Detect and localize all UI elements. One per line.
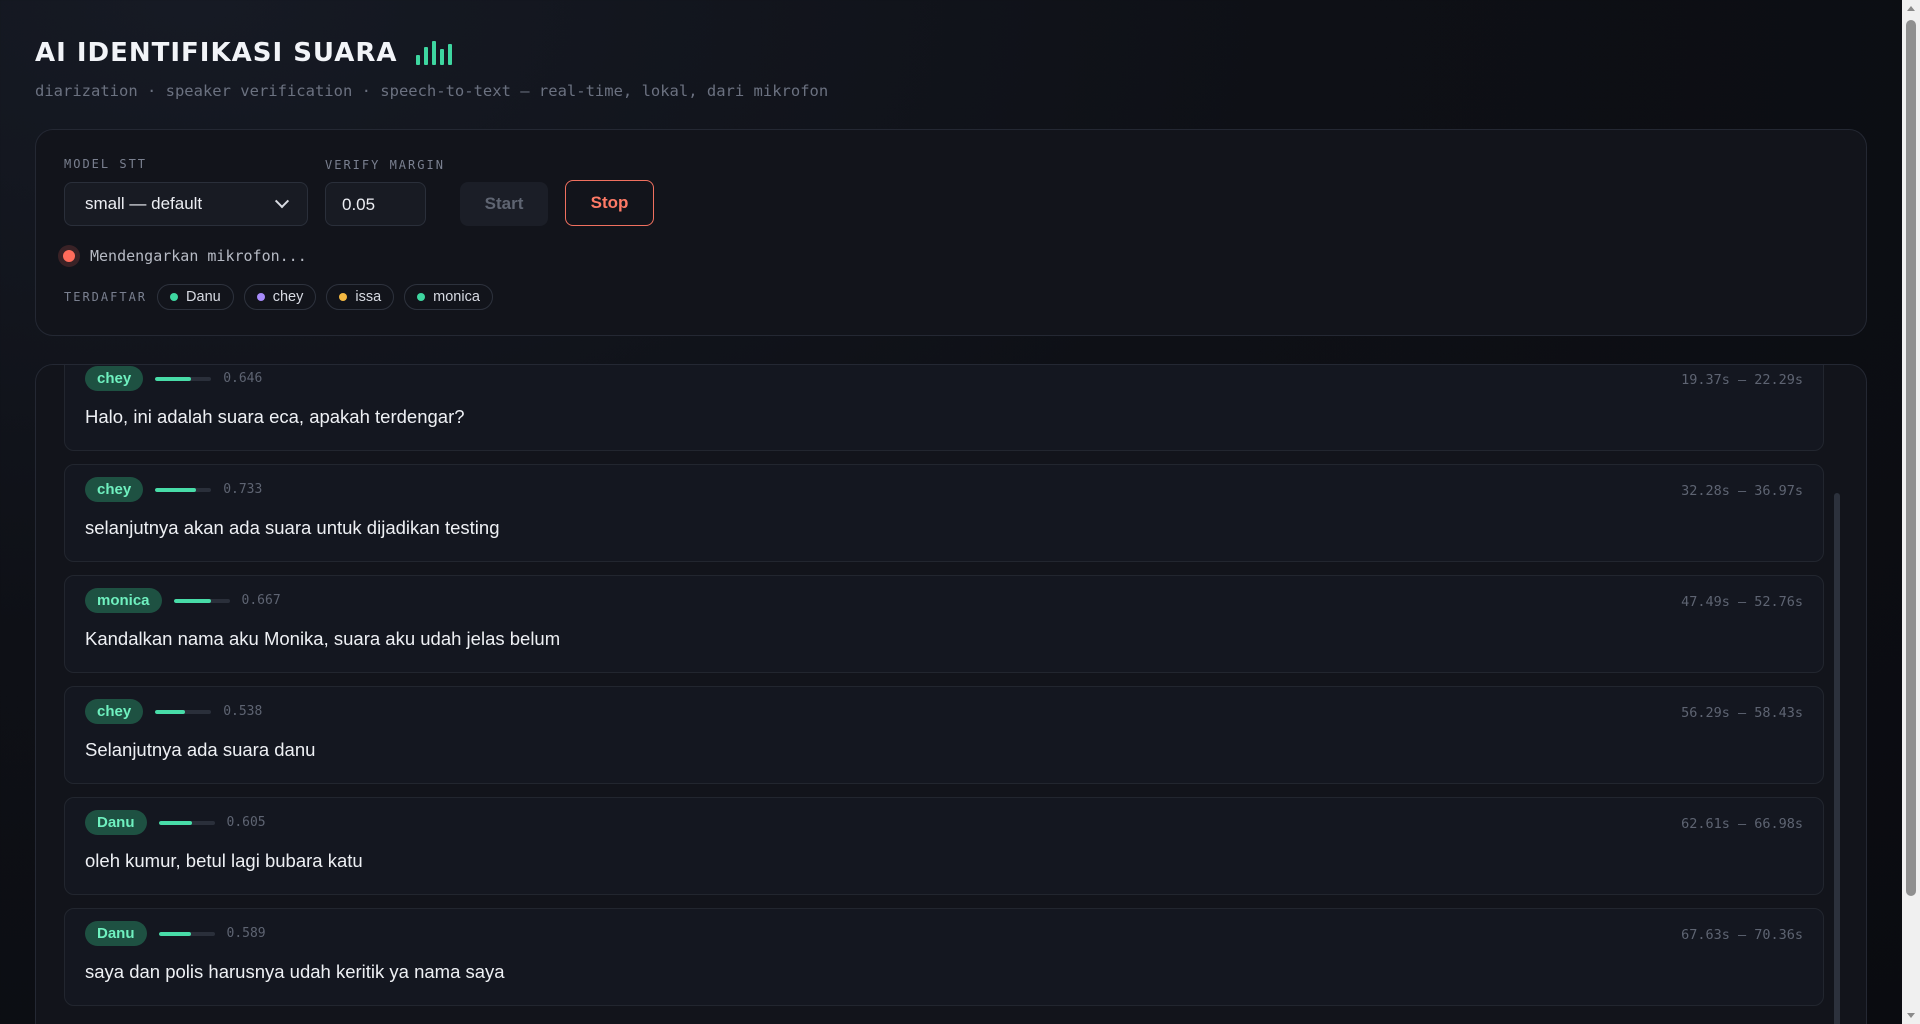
verify-margin-label: VERIFY MARGIN bbox=[325, 158, 445, 172]
timestamp: 62.61s – 66.98s bbox=[1681, 816, 1803, 832]
stop-button[interactable]: Stop bbox=[565, 180, 654, 226]
score-fill bbox=[155, 487, 197, 492]
registered-label: TERDAFTAR bbox=[64, 290, 148, 304]
entry-header: chey 0.538 bbox=[85, 699, 262, 724]
title-row: AI IDENTIFIKASI SUARA bbox=[35, 38, 452, 68]
scroll-down-icon[interactable] bbox=[1907, 1013, 1915, 1018]
speaker-badge: Danu bbox=[85, 810, 147, 835]
entry-header: monica 0.667 bbox=[85, 588, 281, 613]
entry-header: Danu 0.589 bbox=[85, 921, 266, 946]
score-value: 0.538 bbox=[223, 704, 263, 719]
chip-label: chey bbox=[272, 289, 304, 305]
entry-header: Danu 0.605 bbox=[85, 810, 266, 835]
speaker-badge: Danu bbox=[85, 921, 147, 946]
speaker-chip-danu[interactable]: Danu bbox=[157, 284, 234, 310]
speaker-badge: chey bbox=[85, 366, 144, 391]
registered-speakers: TERDAFTAR Danu chey issa monica bbox=[64, 284, 493, 310]
transcript-entry: Danu 0.605 62.61s – 66.98s oleh kumur, b… bbox=[64, 797, 1824, 895]
score-fill bbox=[173, 598, 211, 603]
status-dot-icon bbox=[417, 293, 426, 301]
speaker-chip-issa[interactable]: issa bbox=[326, 284, 395, 310]
timestamp: 32.28s – 36.97s bbox=[1681, 483, 1803, 499]
chip-label: issa bbox=[355, 289, 382, 305]
model-stt-value: small — default bbox=[85, 194, 203, 213]
score-value: 0.646 bbox=[223, 371, 263, 386]
score-bar bbox=[155, 709, 212, 714]
score-value: 0.667 bbox=[241, 593, 281, 608]
status-dot-icon bbox=[339, 293, 348, 301]
status-text: Mendengarkan mikrofon... bbox=[90, 247, 307, 265]
audio-bars-icon bbox=[415, 41, 452, 65]
score-value: 0.589 bbox=[226, 926, 266, 941]
transcript-panel: chey 0.646 19.37s – 22.29s Halo, ini ada… bbox=[35, 364, 1867, 1024]
transcript-text: Kandalkan nama aku Monika, suara aku uda… bbox=[85, 628, 561, 649]
verify-margin-input[interactable]: 0.05 bbox=[325, 182, 426, 226]
timestamp: 56.29s – 58.43s bbox=[1681, 705, 1803, 721]
recording-dot-icon bbox=[58, 245, 80, 267]
score-bar bbox=[155, 376, 212, 381]
score-fill bbox=[155, 376, 192, 381]
transcript-text: Halo, ini adalah suara eca, apakah terde… bbox=[85, 406, 465, 427]
status-dot-icon bbox=[256, 293, 265, 301]
timestamp: 67.63s – 70.36s bbox=[1681, 927, 1803, 943]
timestamp: 47.49s – 52.76s bbox=[1681, 594, 1803, 610]
start-button[interactable]: Start bbox=[460, 182, 548, 226]
page-title: AI IDENTIFIKASI SUARA bbox=[35, 38, 398, 68]
transcript-text: oleh kumur, betul lagi bubara katu bbox=[85, 850, 363, 871]
transcript-entry: chey 0.733 32.28s – 36.97s selanjutnya a… bbox=[64, 464, 1824, 562]
scrollbar-thumb[interactable] bbox=[1906, 20, 1916, 896]
chip-label: monica bbox=[433, 289, 480, 305]
entry-header: chey 0.733 bbox=[85, 477, 262, 502]
scroll-up-icon[interactable] bbox=[1907, 6, 1915, 11]
score-fill bbox=[155, 709, 186, 714]
entry-header: chey 0.646 bbox=[85, 366, 262, 391]
score-fill bbox=[158, 820, 193, 825]
transcript-text: saya dan polis harusnya udah keritik ya … bbox=[85, 961, 505, 982]
score-bar bbox=[155, 487, 212, 492]
score-bar bbox=[158, 820, 215, 825]
score-bar bbox=[173, 598, 230, 603]
transcript-entry: Danu 0.589 67.63s – 70.36s saya dan poli… bbox=[64, 908, 1824, 1006]
speaker-badge: monica bbox=[85, 588, 162, 613]
timestamp: 19.37s – 22.29s bbox=[1681, 372, 1803, 388]
page-subtitle: diarization · speaker verification · spe… bbox=[35, 82, 829, 100]
chevron-down-icon bbox=[274, 194, 290, 209]
model-stt-label: MODEL STT bbox=[64, 157, 148, 171]
speaker-chip-monica[interactable]: monica bbox=[404, 284, 493, 310]
transcript-scrollbar[interactable] bbox=[1834, 493, 1840, 1024]
app-page: AI IDENTIFIKASI SUARA diarization · spea… bbox=[35, 0, 1867, 1024]
status-dot-icon bbox=[170, 293, 179, 301]
speaker-badge: chey bbox=[85, 699, 144, 724]
score-bar bbox=[158, 931, 215, 936]
speaker-chip-chey[interactable]: chey bbox=[243, 284, 317, 310]
speaker-badge: chey bbox=[85, 477, 144, 502]
transcript-text: Selanjutnya ada suara danu bbox=[85, 739, 316, 760]
transcript-list[interactable]: chey 0.646 19.37s – 22.29s Halo, ini ada… bbox=[64, 365, 1824, 1024]
chip-label: Danu bbox=[186, 289, 221, 305]
score-value: 0.733 bbox=[223, 482, 263, 497]
listening-status: Mendengarkan mikrofon... bbox=[58, 245, 307, 267]
control-panel: MODEL STT small — default VERIFY MARGIN … bbox=[35, 129, 1867, 336]
transcript-entry: chey 0.646 19.37s – 22.29s Halo, ini ada… bbox=[64, 365, 1824, 451]
transcript-entry: monica 0.667 47.49s – 52.76s Kandalkan n… bbox=[64, 575, 1824, 673]
window-scrollbar[interactable] bbox=[1902, 0, 1920, 1024]
transcript-text: selanjutnya akan ada suara untuk dijadik… bbox=[85, 517, 500, 538]
model-stt-select[interactable]: small — default bbox=[64, 182, 308, 226]
score-value: 0.605 bbox=[226, 815, 266, 830]
transcript-entry: chey 0.538 56.29s – 58.43s Selanjutnya a… bbox=[64, 686, 1824, 784]
score-fill bbox=[158, 931, 192, 936]
